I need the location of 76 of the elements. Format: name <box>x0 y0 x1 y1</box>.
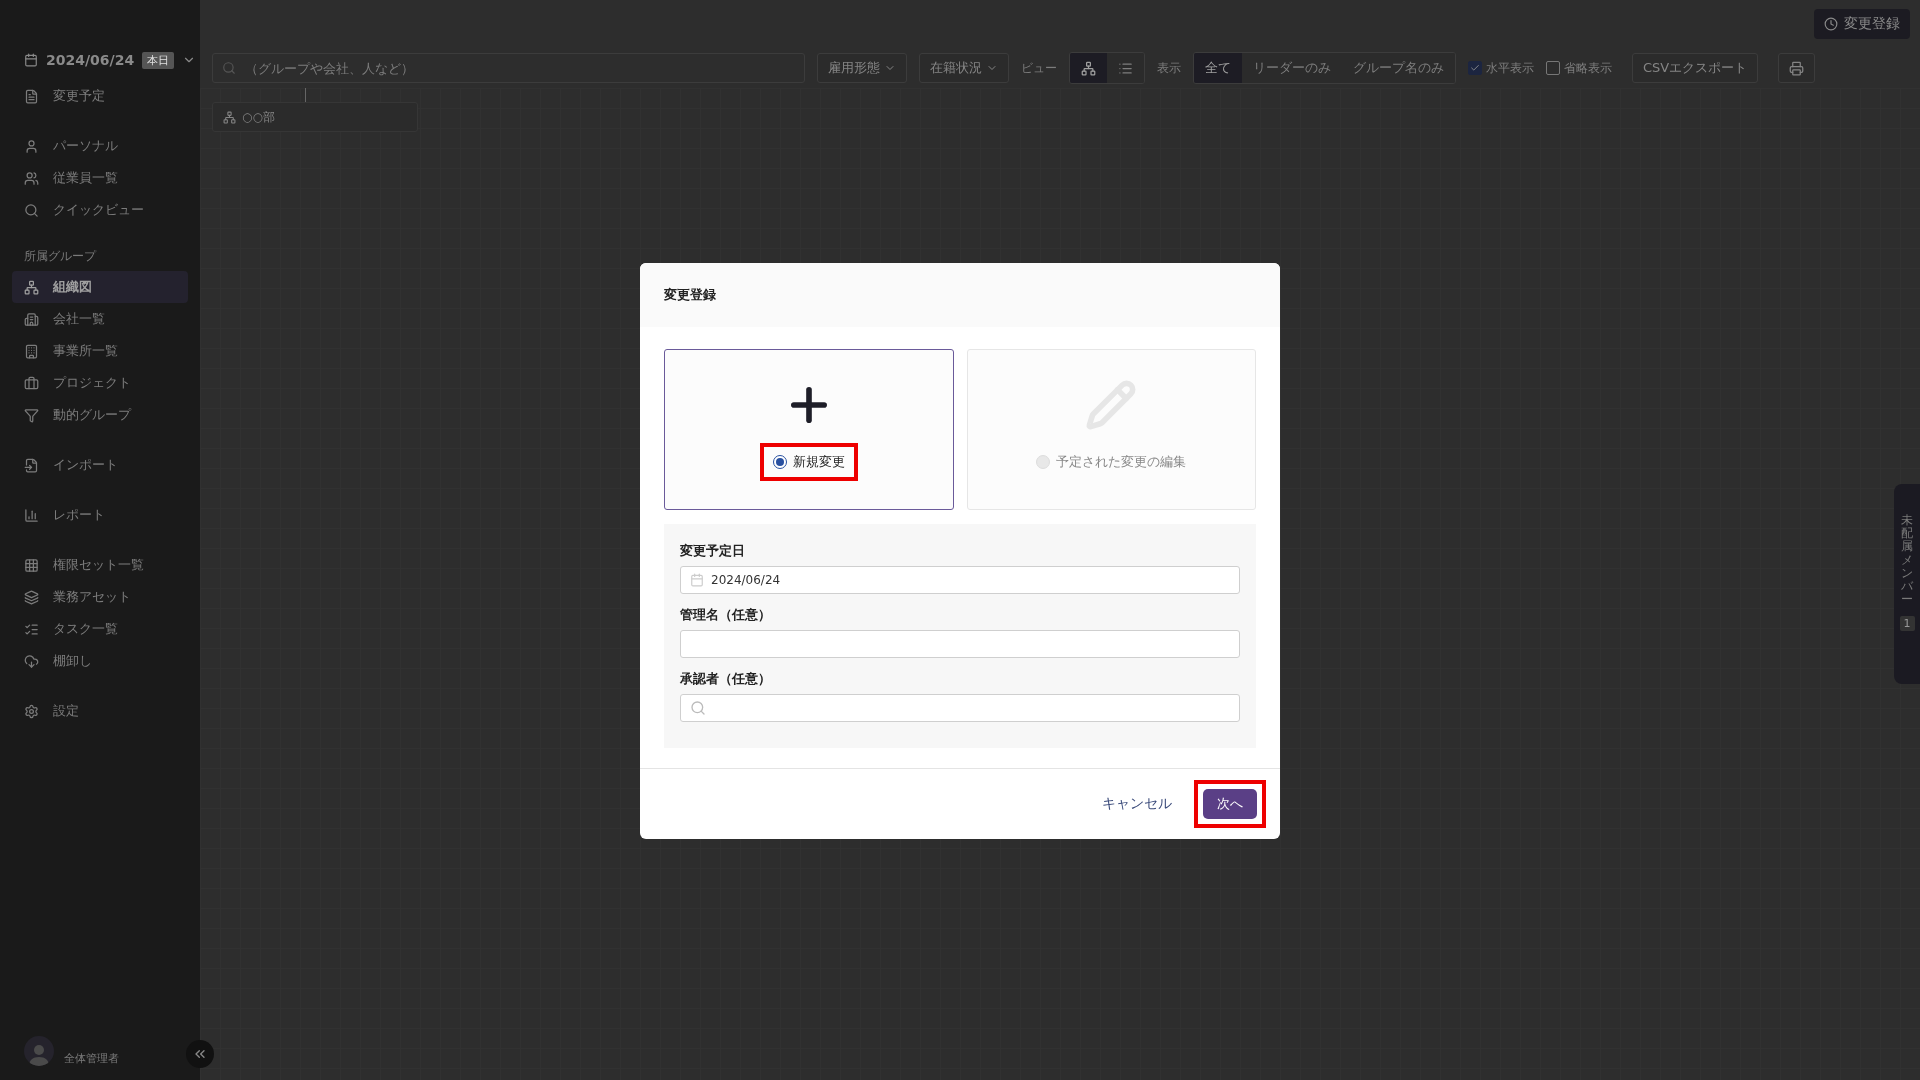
radio-button[interactable] <box>772 454 787 469</box>
option-card[interactable]: 予定された変更の編集 <box>966 349 1256 510</box>
radio-option[interactable]: 新規変更 <box>768 451 849 472</box>
settings-icon <box>24 703 39 719</box>
avatar <box>24 1035 54 1066</box>
field-label: 変更予定日 <box>680 542 746 560</box>
building-icon <box>24 311 39 327</box>
list-icon <box>1118 60 1133 76</box>
side-tab[interactable]: 未配属メンバー 1 <box>1894 484 1920 684</box>
users-icon <box>24 170 39 186</box>
input-field[interactable] <box>680 630 1240 658</box>
clock-icon <box>1824 17 1838 31</box>
date-field[interactable]: 2024/06/24 <box>680 566 1240 594</box>
sidebar-item[interactable]: 棚卸し <box>12 645 188 677</box>
register-change-button[interactable]: 変更登録 <box>1814 9 1910 39</box>
user-role: 全体管理者 <box>64 1051 119 1066</box>
field-label: 承認者（任意） <box>680 670 772 688</box>
file-import-icon <box>24 457 39 473</box>
sidebar-item[interactable]: インポート <box>12 449 188 481</box>
sidebar-item[interactable]: 変更予定 <box>12 80 188 112</box>
grid-icon <box>24 557 39 573</box>
checkbox[interactable] <box>1468 61 1482 75</box>
cloud-download-icon <box>24 653 39 669</box>
search-icon <box>222 61 236 75</box>
count-badge: 1 <box>1899 616 1915 632</box>
display-label: 表示 <box>1157 59 1181 77</box>
calendar-icon <box>24 53 38 67</box>
next-button[interactable]: 次へ <box>1203 789 1257 819</box>
checkbox[interactable] <box>1546 61 1560 75</box>
hierarchy-icon <box>24 279 39 295</box>
sidebar-item[interactable]: 設定 <box>12 695 188 727</box>
date-selector[interactable]: 2024/06/24 <box>46 52 135 68</box>
sidebar-item[interactable]: 業務アセット <box>12 581 188 613</box>
sidebar-item[interactable]: プロジェクト <box>12 367 188 399</box>
hierarchy-icon <box>223 110 236 124</box>
building-icon <box>24 343 39 359</box>
display-tab[interactable]: 全て <box>1194 53 1242 83</box>
checkbox-label: 省略表示 <box>1564 59 1612 77</box>
org-view-button[interactable] <box>1070 53 1107 83</box>
sidebar-item[interactable]: パーソナル <box>12 130 188 162</box>
today-badge: 本日 <box>142 51 175 69</box>
side-tab-label: 未配属メンバー <box>1901 514 1913 607</box>
calendar-icon <box>690 573 704 587</box>
search-icon <box>24 202 39 218</box>
checkbox-label: 水平表示 <box>1486 59 1534 77</box>
connector-line <box>305 88 306 102</box>
org-node[interactable]: ○○部 <box>212 102 418 132</box>
document-icon <box>24 88 39 104</box>
briefcase-icon <box>24 375 39 391</box>
cancel-button[interactable]: キャンセル <box>1096 794 1178 814</box>
radio-option[interactable]: 予定された変更の編集 <box>1032 451 1191 472</box>
csv-export-button[interactable]: CSVエクスポート <box>1632 53 1759 83</box>
sidebar-item[interactable]: レポート <box>12 499 188 531</box>
section-heading: 所属グループ <box>23 248 98 265</box>
dialog-title: 変更登録 <box>640 263 1280 327</box>
checklist-icon <box>24 621 39 637</box>
field-label: 管理名（任意） <box>680 606 772 624</box>
sidebar-item[interactable]: 組織図 <box>12 271 188 303</box>
filter-dropdown[interactable]: 雇用形態 <box>817 53 907 83</box>
check-icon <box>1470 63 1480 73</box>
sidebar-item[interactable]: クイックビュー <box>12 194 188 226</box>
printer-icon <box>1789 60 1805 76</box>
search-field[interactable]: （グループや会社、人など） <box>212 53 805 83</box>
filter-icon <box>24 407 39 423</box>
sidebar-item[interactable]: 動的グループ <box>12 399 188 431</box>
hierarchy-icon <box>1081 60 1096 76</box>
user-icon <box>24 138 39 154</box>
print-button[interactable] <box>1778 53 1816 83</box>
node-label: ○○部 <box>242 108 275 126</box>
view-label: ビュー <box>1021 59 1057 77</box>
collapse-sidebar-button[interactable] <box>186 1040 214 1068</box>
filter-dropdown[interactable]: 在籍状況 <box>919 53 1009 83</box>
option-card[interactable]: 新規変更 <box>664 349 954 510</box>
layers-icon <box>24 589 39 605</box>
bar-chart-icon <box>24 507 39 523</box>
search-icon <box>690 700 706 716</box>
